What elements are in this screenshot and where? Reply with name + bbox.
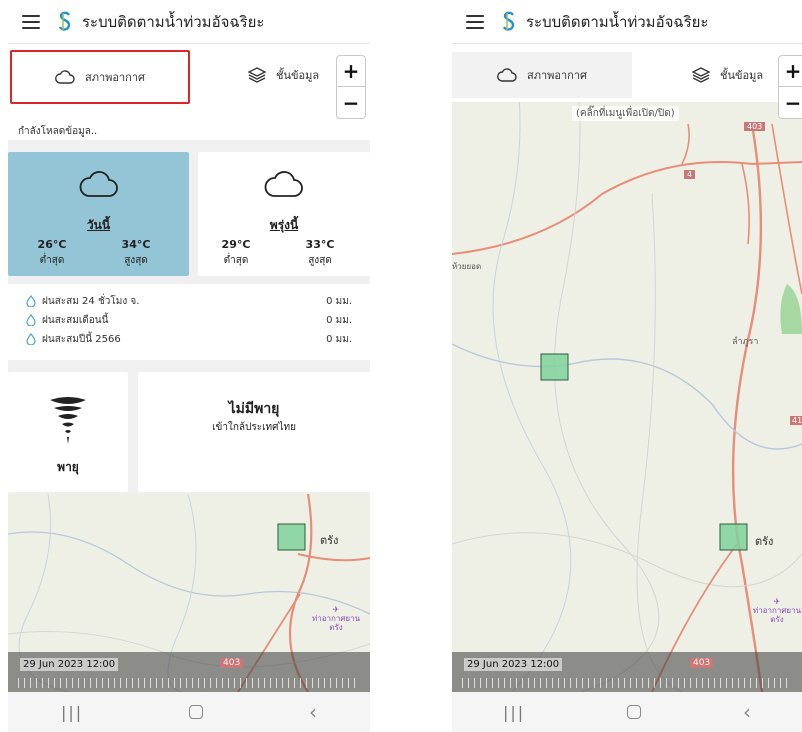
tornado-icon <box>50 397 86 444</box>
app-logo-icon <box>58 11 71 31</box>
back-icon[interactable]: ‹ <box>309 700 317 724</box>
airplane-icon: ✈ <box>773 597 781 606</box>
app-logo-icon <box>502 11 515 31</box>
app-title: ระบบติดตามน้ำท่วมอัจฉริยะ <box>82 12 265 31</box>
road-label: 403 <box>690 658 714 668</box>
forecast-card-tomorrow[interactable]: พรุ่งนี้ 29°C ต่ำสุด 33°C สูงสุด <box>198 152 370 276</box>
home-icon[interactable] <box>189 705 204 719</box>
phone-screen-right: ระบบติดตามน้ำท่วมอัจฉริยะ 403 4 41 ลำภูร… <box>452 0 802 732</box>
tab-layers[interactable]: ชั้นข้อมูล <box>692 52 763 98</box>
timeline-slider[interactable]: 29 Jun 2023 12:00 403 <box>8 652 370 692</box>
app-bar: ระบบติดตามน้ำท่วมอัจฉริยะ <box>452 0 802 44</box>
top-toolbar: สภาพอากาศ ชั้นข้อมูล <box>8 44 370 114</box>
tab-layers[interactable]: ชั้นข้อมูล <box>248 52 319 98</box>
loading-status: กำลังโหลดข้อมูล.. <box>18 126 98 137</box>
hamburger-menu-icon[interactable] <box>22 14 40 29</box>
recent-apps-icon[interactable]: ||| <box>503 703 525 722</box>
cloud-icon <box>55 70 75 84</box>
hamburger-menu-icon[interactable] <box>466 14 484 29</box>
zoom-out-button[interactable]: − <box>337 87 365 118</box>
recent-apps-icon[interactable]: ||| <box>61 703 83 722</box>
cloud-icon <box>264 171 303 197</box>
timeline-ticks <box>18 678 360 688</box>
timeline-ticks <box>462 678 792 688</box>
tab-weather-label: สภาพอากาศ <box>85 71 145 84</box>
map-airport-label: ✈ ท่าอากาศยาน ตรัง <box>311 605 361 632</box>
app-title: ระบบติดตามน้ำท่วมอัจฉริยะ <box>526 12 709 31</box>
forecast-day-label: วันนี้ <box>86 218 111 232</box>
map-town-label: ห้วยยอด <box>452 262 482 271</box>
menu-toggle-hint: (คลิ๊กที่เมนูเพื่อเปิด/ปิด) <box>572 106 679 121</box>
map-airport-label: ✈ ท่าอากาศยาน ตรัง <box>752 597 802 624</box>
temp-max: 33°C สูงสุด <box>305 238 335 266</box>
layers-icon <box>248 67 266 83</box>
tab-layers-label: ชั้นข้อมูล <box>720 69 764 82</box>
phone-screen-left: ระบบติดตามน้ำท่วมอัจฉริยะ สภาพอากาศ ชั้น… <box>8 0 370 732</box>
map-city-label: ตรัง <box>755 535 774 548</box>
storm-title: ไม่มีพายุ <box>228 401 280 417</box>
tab-layers-label: ชั้นข้อมูล <box>276 69 320 82</box>
temp-min: 29°C ต่ำสุด <box>221 238 251 266</box>
water-drop-icon <box>26 333 36 345</box>
layers-icon <box>692 67 710 83</box>
temp-max: 34°C สูงสุด <box>121 238 151 266</box>
android-nav-bar: ||| ‹ <box>8 692 370 732</box>
timeline-timestamp: 29 Jun 2023 12:00 <box>20 658 119 671</box>
back-icon[interactable]: ‹ <box>743 700 751 724</box>
timeline-timestamp: 29 Jun 2023 12:00 <box>464 658 563 671</box>
temp-min: 26°C ต่ำสุด <box>37 238 67 266</box>
zoom-in-button[interactable]: + <box>337 56 365 87</box>
storm-card[interactable]: พายุ <box>8 372 128 492</box>
weather-panel: วันนี้ 26°C ต่ำสุด 34°C สูงสุด พรุ่งนี้ 29… <box>8 140 370 494</box>
zoom-in-button[interactable]: + <box>779 56 802 87</box>
tab-weather[interactable]: สภาพอากาศ <box>10 50 190 104</box>
cloud-icon <box>497 68 517 82</box>
cloud-icon <box>79 171 118 197</box>
tab-weather[interactable]: สภาพอากาศ <box>452 52 632 98</box>
road-label: 41 <box>790 416 802 425</box>
storm-label: พายุ <box>57 460 79 474</box>
map-town-label: ลำภูรา <box>732 337 759 347</box>
zoom-out-button[interactable]: − <box>779 87 802 118</box>
storm-subtitle: เข้าใกล้ประเทศไทย <box>212 422 296 433</box>
map-city-label: ตรัง <box>320 534 339 547</box>
map-view[interactable]: 403 4 41 ลำภูรา ห้วยยอด ตรัง ✈ ท่าอากาศยา… <box>452 44 802 692</box>
home-icon[interactable] <box>627 705 642 719</box>
forecast-day-label: พรุ่งนี้ <box>269 218 299 232</box>
storm-status-card: ไม่มีพายุ เข้าใกล้ประเทศไทย <box>138 372 370 492</box>
zoom-control: + − <box>778 55 802 119</box>
zoom-control: + − <box>336 55 366 119</box>
android-nav-bar: ||| ‹ <box>452 692 802 732</box>
road-label: 403 <box>744 122 766 131</box>
airplane-icon: ✈ <box>332 605 340 614</box>
map-canvas <box>452 44 802 692</box>
water-drop-icon <box>26 295 36 307</box>
rainfall-list: ฝนสะสม 24 ชั่วโมง จ. 0 มม. ฝนสะสมเดือนนี… <box>8 284 370 360</box>
app-bar: ระบบติดตามน้ำท่วมอัจฉริยะ <box>8 0 370 44</box>
water-drop-icon <box>26 314 36 326</box>
tab-weather-label: สภาพอากาศ <box>527 69 587 82</box>
forecast-card-today[interactable]: วันนี้ 26°C ต่ำสุด 34°C สูงสุด <box>8 152 189 276</box>
road-label: 403 <box>220 658 244 668</box>
rainfall-row: ฝนสะสมปีนี้ 2566 0 มม. <box>26 330 352 348</box>
rainfall-row: ฝนสะสม 24 ชั่วโมง จ. 0 มม. <box>26 292 352 310</box>
road-label: 4 <box>684 170 696 179</box>
top-toolbar: สภาพอากาศ ชั้นข้อมูล <box>452 44 802 102</box>
rainfall-row: ฝนสะสมเดือนนี้ 0 มม. <box>26 311 352 329</box>
timeline-slider[interactable]: 29 Jun 2023 12:00 403 <box>452 652 802 692</box>
